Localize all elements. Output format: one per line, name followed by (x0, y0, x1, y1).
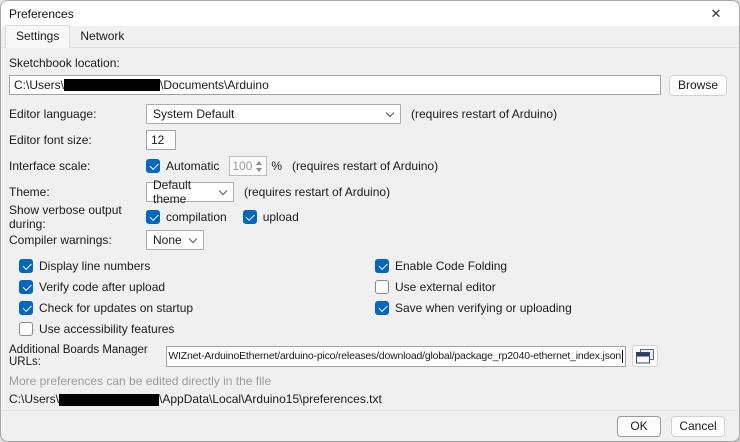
editor-language-value: System Default (153, 107, 234, 121)
use-accessibility-features-label: Use accessibility features (39, 322, 174, 336)
compilation-checkbox[interactable] (146, 210, 160, 224)
cancel-button[interactable]: Cancel (671, 416, 725, 437)
check-for-updates-checkbox[interactable] (19, 301, 33, 315)
editor-font-size-input[interactable]: 12 (146, 130, 176, 150)
more-preferences-note: More preferences can be edited directly … (9, 374, 731, 388)
boards-manager-urls-value: WIZnet-ArduinoEthernet/arduino-pico/rele… (168, 350, 621, 362)
redacted-username (59, 394, 159, 406)
save-when-verifying-label: Save when verifying or uploading (395, 301, 572, 315)
upload-checkbox-label: upload (263, 210, 299, 224)
title-bar: Preferences ✕ (1, 1, 739, 26)
editor-font-size-label: Editor font size: (9, 133, 146, 147)
ok-button[interactable]: OK (617, 416, 661, 437)
chevron-down-icon (386, 108, 394, 116)
theme-select[interactable]: Default theme (146, 182, 234, 202)
display-line-numbers-checkbox[interactable] (19, 259, 33, 273)
boards-manager-urls-label: Additional Boards Manager URLs: (9, 344, 166, 368)
window-title: Preferences (9, 7, 701, 21)
upload-checkbox[interactable] (243, 210, 257, 224)
theme-label: Theme: (9, 185, 146, 199)
preferences-path-suffix: \AppData\Local\Arduino15\preferences.txt (159, 392, 382, 406)
editor-language-note: (requires restart of Arduino) (411, 107, 557, 121)
preferences-dialog: Preferences ✕ Settings Network Sketchboo… (0, 0, 740, 442)
chevron-down-icon (189, 234, 197, 242)
preferences-path-prefix: C:\Users\ (9, 392, 59, 406)
sketchbook-location-label: Sketchbook location: (9, 56, 731, 72)
verbose-output-label: Show verbose output during: (9, 203, 146, 231)
boards-manager-urls-input[interactable]: WIZnet-ArduinoEthernet/arduino-pico/rele… (166, 346, 626, 367)
sketchbook-path-suffix: \Documents\Arduino (160, 78, 269, 92)
close-icon: ✕ (711, 6, 722, 22)
editor-language-select[interactable]: System Default (146, 104, 401, 124)
use-external-editor-label: Use external editor (395, 280, 496, 294)
new-window-icon (636, 349, 654, 364)
display-line-numbers-label: Display line numbers (39, 259, 150, 273)
percent-sign: % (271, 159, 282, 173)
tab-network[interactable]: Network (70, 26, 134, 47)
browse-button[interactable]: Browse (669, 75, 727, 96)
use-accessibility-features-checkbox[interactable] (19, 322, 33, 336)
sketchbook-path-prefix: C:\Users\ (14, 78, 64, 92)
check-for-updates-label: Check for updates on startup (39, 301, 193, 315)
save-when-verifying-checkbox[interactable] (375, 301, 389, 315)
compiler-warnings-value: None (153, 233, 182, 247)
open-urls-dialog-button[interactable] (632, 345, 658, 367)
redacted-username (64, 79, 160, 91)
tab-strip: Settings Network (1, 26, 739, 48)
enable-code-folding-checkbox[interactable] (375, 259, 389, 273)
verify-code-after-upload-label: Verify code after upload (39, 280, 165, 294)
automatic-scale-checkbox[interactable] (146, 159, 160, 173)
compiler-warnings-label: Compiler warnings: (9, 233, 146, 247)
compilation-checkbox-label: compilation (166, 210, 227, 224)
interface-scale-label: Interface scale: (9, 159, 146, 173)
editor-language-label: Editor language: (9, 107, 146, 121)
enable-code-folding-label: Enable Code Folding (395, 259, 507, 273)
settings-panel: Sketchbook location: C:\Users\ \Documents… (1, 56, 739, 425)
use-external-editor-checkbox[interactable] (375, 280, 389, 294)
tab-settings[interactable]: Settings (5, 25, 70, 48)
interface-scale-note: (requires restart of Arduino) (292, 159, 438, 173)
compiler-warnings-select[interactable]: None (146, 230, 204, 250)
sketchbook-location-input[interactable]: C:\Users\ \Documents\Arduino (9, 75, 661, 95)
preferences-file-path: C:\Users\ \AppData\Local\Arduino15\prefer… (9, 392, 731, 407)
theme-value: Default theme (153, 178, 216, 206)
theme-note: (requires restart of Arduino) (244, 185, 390, 199)
verify-code-after-upload-checkbox[interactable] (19, 280, 33, 294)
text-caret (622, 350, 623, 363)
close-button[interactable]: ✕ (701, 3, 731, 24)
chevron-down-icon (219, 186, 227, 194)
spinner-arrows-icon (254, 161, 266, 172)
scale-value-spinner[interactable]: 100 (229, 156, 267, 176)
automatic-scale-checkbox-label: Automatic (166, 159, 219, 173)
dialog-button-bar: OK Cancel (2, 410, 738, 441)
scale-value: 100 (230, 159, 254, 173)
